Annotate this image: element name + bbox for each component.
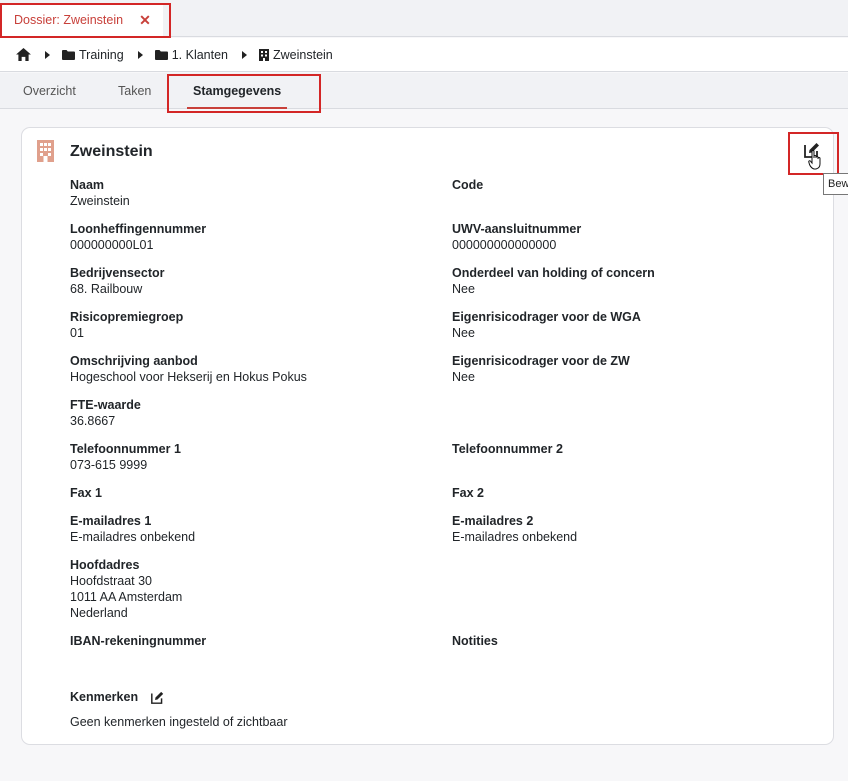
breadcrumb-training[interactable]: Training xyxy=(62,48,124,62)
field-label: Fax 2 xyxy=(452,486,484,500)
field-label: IBAN-rekeningnummer xyxy=(70,634,207,648)
field-label: Telefoonnummer 2 xyxy=(452,442,563,456)
field-telefoonnummer-1: Telefoonnummer 1 073-615 9999 xyxy=(70,441,181,473)
field-value: E-mailadres onbekend xyxy=(70,530,196,544)
kenmerken-edit-button[interactable] xyxy=(151,691,164,707)
field-label: Hoofdadres xyxy=(70,558,140,572)
field-label: Telefoonnummer 1 xyxy=(70,442,181,456)
field-label: FTE-waarde xyxy=(70,398,141,412)
breadcrumb-label: 1. Klanten xyxy=(171,47,228,62)
stamgegevens-card xyxy=(21,127,834,745)
field-fax-2: Fax 2 xyxy=(452,485,484,501)
field-eigenrisico-zw: Eigenrisicodrager voor de ZW Nee xyxy=(452,353,630,385)
breadcrumb-label: Training xyxy=(79,47,124,62)
field-eigenrisico-wga: Eigenrisicodrager voor de WGA Nee xyxy=(452,309,641,341)
field-fax-1: Fax 1 xyxy=(70,485,102,501)
field-value: 073-615 9999 xyxy=(70,458,148,472)
field-value: Nee xyxy=(452,370,475,384)
address-line: 1011 AA Amsterdam xyxy=(70,590,183,604)
field-label: Naam xyxy=(70,178,105,192)
field-label: E-mailadres 2 xyxy=(452,514,534,528)
field-label: Eigenrisicodrager voor de WGA xyxy=(452,310,641,324)
field-hoofdadres: Hoofdadres Hoofdstraat 30 1011 AA Amster… xyxy=(70,557,182,621)
field-iban: IBAN-rekeningnummer xyxy=(70,633,206,649)
field-value: Zweinstein xyxy=(70,194,130,208)
field-value: Nee xyxy=(452,326,475,340)
card-title: Zweinstein xyxy=(70,143,153,160)
field-bedrijvensector: Bedrijvensector 68. Railbouw xyxy=(70,265,164,297)
breadcrumb-zweinstein[interactable]: Zweinstein xyxy=(259,48,333,62)
breadcrumb-klanten[interactable]: 1. Klanten xyxy=(154,47,228,62)
highlight-dossier-tab xyxy=(0,3,171,38)
field-label: Onderdeel van holding of concern xyxy=(452,266,655,280)
field-naam: Naam Zweinstein xyxy=(70,177,130,209)
folder-icon xyxy=(62,49,75,60)
field-value: E-mailadres onbekend xyxy=(452,530,578,544)
field-label: E-mailadres 1 xyxy=(70,514,152,528)
field-emailadres-2: E-mailadres 2 E-mailadres onbekend xyxy=(452,513,577,545)
breadcrumb: Training 1. Klanten Zweinstein xyxy=(0,38,848,72)
field-value: 000000000L01 xyxy=(70,238,154,252)
home-icon xyxy=(16,48,31,61)
field-value: 000000000000000 xyxy=(452,238,557,252)
field-value: 36.8667 xyxy=(70,414,116,428)
field-risicopremiegroep: Risicopremiegroep 01 xyxy=(70,309,183,341)
breadcrumb-label: Zweinstein xyxy=(273,47,333,62)
dossier-subtabs: Overzicht Taken Stamgegevens xyxy=(0,73,848,109)
kenmerken-empty-text: Geen kenmerken ingesteld of zichtbaar xyxy=(70,715,288,729)
field-label: UWV-aansluitnummer xyxy=(452,222,582,236)
highlight-stamgegevens-tab xyxy=(167,74,321,113)
address-line: Nederland xyxy=(70,606,128,620)
field-holding: Onderdeel van holding of concern Nee xyxy=(452,265,655,297)
field-label: Risicopremiegroep xyxy=(70,310,184,324)
edit-tooltip: Bew xyxy=(823,173,848,195)
field-label: Code xyxy=(452,178,484,192)
field-code: Code xyxy=(452,177,483,193)
field-telefoonnummer-2: Telefoonnummer 2 xyxy=(452,441,563,457)
field-value: Hogeschool voor Hekserij en Hokus Pokus xyxy=(70,370,307,384)
field-label: Bedrijvensector xyxy=(70,266,165,280)
kenmerken-label: Kenmerken xyxy=(70,690,139,704)
tab-taken[interactable]: Taken xyxy=(118,73,151,109)
hand-cursor-icon xyxy=(808,149,822,173)
folder-icon xyxy=(154,49,168,60)
field-value: 68. Railbouw xyxy=(70,282,143,296)
field-uwv-aansluitnummer: UWV-aansluitnummer 000000000000000 xyxy=(452,221,581,253)
field-emailadres-1: E-mailadres 1 E-mailadres onbekend xyxy=(70,513,195,545)
field-fte-waarde: FTE-waarde 36.8667 xyxy=(70,397,141,429)
chevron-right-icon xyxy=(137,50,143,59)
field-label: Omschrijving aanbod xyxy=(70,354,198,368)
field-label: Loonheffingennummer xyxy=(70,222,207,236)
address-line: Hoofdstraat 30 xyxy=(70,574,152,588)
field-label: Eigenrisicodrager voor de ZW xyxy=(452,354,630,368)
field-label: Notities xyxy=(452,634,498,648)
building-icon xyxy=(37,140,54,165)
field-value: Nee xyxy=(452,282,475,296)
field-value: 01 xyxy=(70,326,84,340)
breadcrumb-home[interactable] xyxy=(16,48,31,61)
chevron-right-icon xyxy=(242,50,247,59)
building-icon xyxy=(259,48,269,61)
edit-icon xyxy=(151,691,164,704)
field-loonheffingennummer: Loonheffingennummer 000000000L01 xyxy=(70,221,206,253)
field-label: Fax 1 xyxy=(70,486,102,500)
chevron-right-icon xyxy=(45,50,50,59)
field-notities: Notities xyxy=(452,633,498,649)
tab-overzicht[interactable]: Overzicht xyxy=(23,73,76,109)
field-omschrijving-aanbod: Omschrijving aanbod Hogeschool voor Heks… xyxy=(70,353,307,385)
